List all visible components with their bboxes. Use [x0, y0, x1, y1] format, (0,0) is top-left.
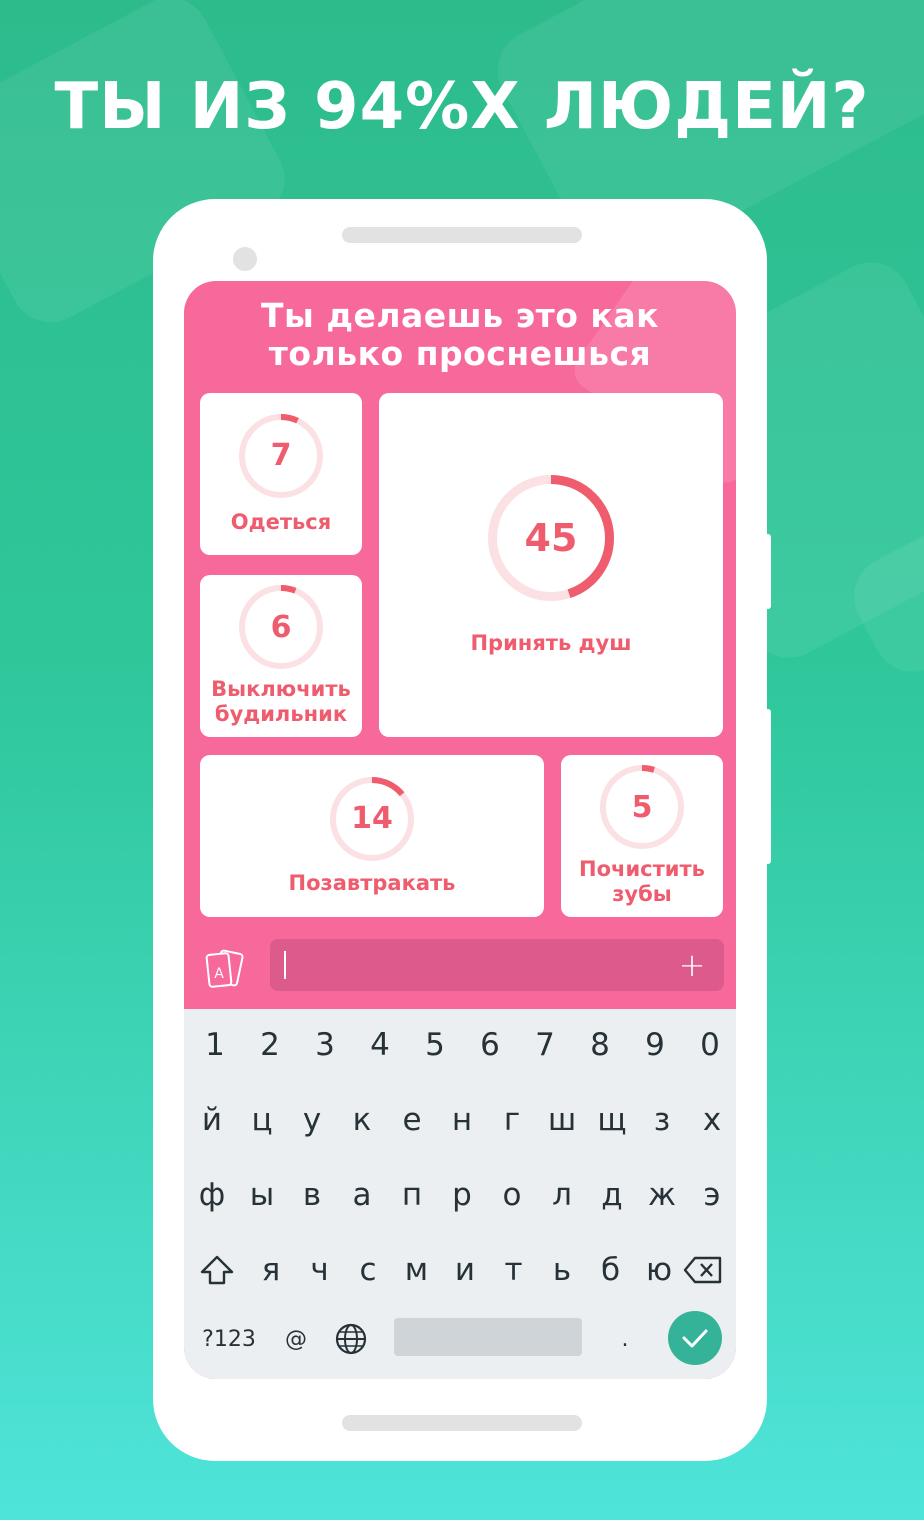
key[interactable]: л [537, 1165, 587, 1225]
key[interactable]: я [246, 1240, 296, 1300]
percent-value: 45 [524, 515, 578, 560]
keyboard-row-3: ячсмитьбю [184, 1240, 736, 1300]
percent-value: 7 [270, 438, 292, 473]
answer-card-pozavtrakat[interactable]: 14 Позавтракать [200, 755, 544, 917]
answer-label: Принять душ [470, 631, 631, 656]
answer-card-prinyat-dush[interactable]: 45 Принять душ [379, 393, 723, 737]
question-text: Ты делаешь это как только проснешься [184, 297, 736, 373]
phone-camera [233, 247, 257, 271]
key[interactable]: ф [187, 1165, 237, 1225]
symbols-key[interactable]: ?123 [194, 1309, 264, 1369]
shift-icon[interactable] [192, 1240, 242, 1300]
answer-label-line: Принять душ [470, 630, 632, 655]
keyboard-bottom-row: ?123 @ . [184, 1309, 736, 1369]
key[interactable]: 0 [685, 1015, 735, 1075]
phone-side-button [765, 709, 771, 864]
percent-ring: 6 [239, 585, 323, 669]
headline: ТЫ ИЗ 94%Х ЛЮДЕЙ? [54, 70, 870, 144]
answer-input[interactable]: + [270, 939, 724, 991]
answer-input-row: A + [184, 936, 736, 1009]
key[interactable]: г [487, 1090, 537, 1150]
answer-label-line: Выключить [211, 677, 351, 701]
key[interactable]: к [337, 1090, 387, 1150]
key[interactable]: н [437, 1090, 487, 1150]
answer-label: Позавтракать [289, 871, 456, 896]
key[interactable]: э [687, 1165, 736, 1225]
key[interactable]: 2 [245, 1015, 295, 1075]
answer-card-pochistit-zuby[interactable]: 5 Почистить зубы [561, 755, 723, 917]
checkmark-icon[interactable] [668, 1311, 722, 1365]
key[interactable]: д [587, 1165, 637, 1225]
answer-label-line: Почистить [579, 857, 705, 881]
keyboard: 1234567890 йцукенгшщзх фывапролджэ ячсми… [184, 1009, 736, 1379]
key[interactable]: р [437, 1165, 487, 1225]
app-screen: Ты делаешь это как только проснешься 7 Од… [184, 281, 736, 1379]
key[interactable]: 3 [300, 1015, 350, 1075]
key[interactable]: ч [295, 1240, 345, 1300]
percent-ring: 7 [239, 413, 323, 498]
percent-value: 6 [270, 609, 292, 645]
cards-icon[interactable]: A [198, 948, 254, 992]
backspace-icon[interactable] [678, 1240, 728, 1300]
key[interactable]: ы [237, 1165, 287, 1225]
key[interactable]: б [586, 1240, 636, 1300]
percent-value: 14 [351, 801, 393, 836]
percent-ring: 14 [330, 776, 414, 861]
key[interactable]: 7 [520, 1015, 570, 1075]
svg-text:A: A [214, 966, 224, 982]
plus-icon[interactable]: + [670, 943, 714, 987]
globe-icon[interactable] [326, 1309, 376, 1369]
answer-label-line: Одеться [230, 509, 332, 534]
key[interactable]: 1 [190, 1015, 240, 1075]
at-key[interactable]: @ [271, 1309, 321, 1369]
key[interactable]: ж [637, 1165, 687, 1225]
answer-label: Почистить зубы [579, 857, 705, 907]
period-key[interactable]: . [600, 1309, 650, 1369]
answer-label-line: будильник [214, 702, 348, 726]
key[interactable]: 6 [465, 1015, 515, 1075]
percent-value: 5 [631, 789, 653, 825]
key[interactable]: 5 [410, 1015, 460, 1075]
key[interactable]: ш [537, 1090, 587, 1150]
key[interactable]: ц [237, 1090, 287, 1150]
key[interactable]: ю [634, 1240, 684, 1300]
answer-label: Выключить будильник [211, 677, 351, 727]
key[interactable]: м [392, 1240, 442, 1300]
key[interactable]: а [337, 1165, 387, 1225]
keyboard-number-row: 1234567890 [184, 1015, 736, 1075]
phone-speaker [342, 227, 582, 243]
text-cursor [284, 951, 286, 979]
key[interactable]: х [687, 1090, 736, 1150]
answer-card-odetsya[interactable]: 7 Одеться [200, 393, 362, 555]
key[interactable]: п [387, 1165, 437, 1225]
phone-side-button [765, 534, 771, 609]
key[interactable]: в [287, 1165, 337, 1225]
question-line-2: только проснешься [268, 334, 652, 373]
key[interactable]: 4 [355, 1015, 405, 1075]
answer-label: Одеться [231, 510, 331, 535]
key[interactable]: 8 [575, 1015, 625, 1075]
key[interactable]: и [440, 1240, 490, 1300]
key[interactable]: т [489, 1240, 539, 1300]
key[interactable]: с [343, 1240, 393, 1300]
phone-bottom-bar [342, 1415, 582, 1431]
keyboard-row-2: фывапролджэ [184, 1165, 736, 1225]
phone-frame: Ты делаешь это как только проснешься 7 Од… [153, 199, 771, 1461]
key[interactable]: е [387, 1090, 437, 1150]
key[interactable]: з [637, 1090, 687, 1150]
key[interactable]: щ [587, 1090, 637, 1150]
key[interactable]: ь [537, 1240, 587, 1300]
key[interactable]: у [287, 1090, 337, 1150]
answer-label-line: Позавтракать [288, 870, 456, 895]
space-key[interactable] [394, 1318, 582, 1356]
answer-label-line: зубы [612, 882, 672, 906]
key[interactable]: 9 [630, 1015, 680, 1075]
percent-ring: 45 [488, 474, 614, 601]
answer-card-vyklyuchit-budilnik[interactable]: 6 Выключить будильник [200, 575, 362, 737]
question-line-1: Ты делаешь это как [260, 296, 659, 335]
key[interactable]: о [487, 1165, 537, 1225]
keyboard-row-1: йцукенгшщзх [184, 1090, 736, 1150]
percent-ring: 5 [600, 765, 684, 849]
key[interactable]: й [187, 1090, 237, 1150]
